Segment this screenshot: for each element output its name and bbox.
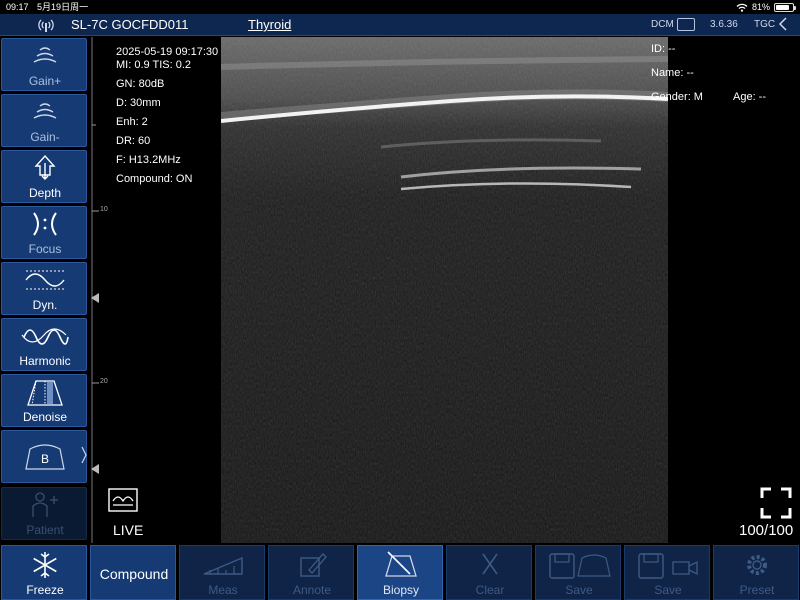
status-time: 09:17 bbox=[6, 2, 29, 12]
denoise-icon bbox=[27, 380, 63, 406]
annotate-button[interactable]: Annote bbox=[268, 545, 354, 600]
dynamic-range-label: Dyn. bbox=[32, 298, 58, 312]
biopsy-icon bbox=[385, 551, 417, 577]
harmonic-button[interactable]: Harmonic bbox=[1, 318, 87, 371]
denoise-label: Denoise bbox=[22, 410, 68, 424]
param-depth: D: 30mm bbox=[116, 97, 161, 109]
dicom-label[interactable]: DCM bbox=[651, 19, 674, 30]
save-video-label: Save bbox=[654, 583, 682, 597]
preset-gear-icon bbox=[747, 555, 767, 575]
depth-icon bbox=[34, 154, 56, 180]
patient-icon bbox=[32, 492, 58, 517]
clear-label: Clear bbox=[475, 583, 505, 597]
live-capture-icon[interactable] bbox=[108, 488, 138, 512]
ultrasound-viewport[interactable]: 10 20 2025-05-19 09:17:30 MI: 0.9 TIS: 0… bbox=[91, 37, 800, 543]
param-dynamic-range: DR: 60 bbox=[116, 135, 151, 147]
gain-up-label: Gain+ bbox=[28, 74, 62, 88]
app-version: 3.6.36 bbox=[710, 19, 738, 30]
save-image-label: Save bbox=[565, 583, 593, 597]
save-image-button[interactable]: Save bbox=[535, 545, 621, 600]
battery-percent: 81% bbox=[751, 2, 770, 12]
ultrasound-scan bbox=[221, 37, 668, 543]
tgc-label[interactable]: TGC bbox=[754, 19, 775, 30]
live-label: LIVE bbox=[113, 522, 144, 538]
b-mode-icon: B bbox=[25, 444, 87, 470]
focus-label: Focus bbox=[28, 242, 62, 256]
gain-down-button[interactable]: Gain- bbox=[1, 94, 87, 147]
patient-age: Age: -- bbox=[733, 91, 767, 103]
ruler-label-20: 20 bbox=[100, 378, 108, 385]
patient-button[interactable]: Patient bbox=[1, 487, 87, 540]
wifi-icon bbox=[736, 3, 748, 12]
param-gain: GN: 80dB bbox=[116, 78, 165, 90]
fullscreen-icon[interactable] bbox=[760, 487, 792, 519]
patient-gender: Gender: M bbox=[651, 91, 703, 103]
device-name: SL-7C GOCFDD011 bbox=[71, 17, 189, 32]
clear-button[interactable]: Clear bbox=[446, 545, 532, 600]
b-mode-image[interactable] bbox=[221, 37, 668, 543]
preset-button[interactable]: Preset bbox=[713, 545, 799, 600]
battery-icon bbox=[774, 2, 796, 12]
gain-up-button[interactable]: Gain+ bbox=[1, 38, 87, 91]
measure-button[interactable]: Meas bbox=[179, 545, 265, 600]
snowflake-icon bbox=[33, 552, 57, 578]
app-header: SL-7C GOCFDD011 Thyroid DCM 3.6.36 TGC bbox=[0, 14, 800, 36]
chevron-left-icon[interactable] bbox=[778, 17, 788, 31]
dynamic-range-button[interactable]: Dyn. bbox=[1, 262, 87, 315]
status-date: 5月19日周一 bbox=[37, 2, 89, 12]
harmonic-label: Harmonic bbox=[19, 354, 71, 368]
harmonic-icon bbox=[21, 328, 69, 345]
patient-id: ID: -- bbox=[651, 43, 676, 55]
b-mode-button[interactable]: B bbox=[1, 430, 87, 483]
dynamic-range-icon bbox=[25, 270, 65, 290]
probe-signal-icon bbox=[38, 19, 54, 32]
clear-icon bbox=[482, 553, 498, 575]
depth-label: Depth bbox=[28, 186, 62, 200]
exam-preset-link[interactable]: Thyroid bbox=[248, 17, 291, 32]
ruler-label-10: 10 bbox=[100, 206, 108, 213]
compound-label: Compound bbox=[99, 566, 169, 582]
zoom-level: 100/100 bbox=[739, 522, 794, 539]
annotate-label: Annote bbox=[292, 583, 332, 597]
annotate-icon bbox=[300, 553, 327, 577]
biopsy-button[interactable]: Biopsy bbox=[357, 545, 443, 600]
param-compound: Compound: ON bbox=[116, 173, 193, 185]
focus-marker-icon[interactable] bbox=[91, 293, 99, 303]
freeze-label: Freeze bbox=[26, 583, 64, 597]
measure-icon bbox=[203, 556, 243, 575]
imaging-parameters: 2025-05-19 09:17:30 MI: 0.9 TIS: 0.2 GN:… bbox=[116, 43, 218, 189]
gain-down-icon bbox=[33, 103, 57, 119]
gain-up-icon bbox=[33, 47, 57, 63]
param-frequency: F: H13.2MHz bbox=[116, 154, 181, 166]
patient-label: Patient bbox=[26, 523, 64, 537]
b-mode-letter: B bbox=[41, 452, 49, 466]
save-image-icon bbox=[549, 553, 611, 579]
biopsy-label: Biopsy bbox=[382, 583, 420, 597]
freeze-button[interactable]: Freeze bbox=[1, 545, 87, 600]
focus-icon bbox=[33, 212, 57, 236]
save-video-button[interactable]: Save bbox=[624, 545, 710, 600]
compound-button[interactable]: Compound bbox=[90, 545, 176, 600]
param-enhance: Enh: 2 bbox=[116, 116, 148, 128]
save-video-icon bbox=[638, 553, 698, 579]
denoise-button[interactable]: Denoise bbox=[1, 374, 87, 427]
focus-button[interactable]: Focus bbox=[1, 206, 87, 259]
gain-down-label: Gain- bbox=[30, 130, 60, 144]
patient-name: Name: -- bbox=[651, 67, 694, 79]
preset-label: Preset bbox=[739, 583, 775, 597]
dicom-icon[interactable] bbox=[677, 18, 695, 31]
depth-button[interactable]: Depth bbox=[1, 150, 87, 203]
system-status-bar: 09:17 5月19日周一 81% bbox=[0, 0, 800, 14]
measure-label: Meas bbox=[208, 583, 238, 597]
focus-marker-icon[interactable] bbox=[91, 464, 99, 474]
